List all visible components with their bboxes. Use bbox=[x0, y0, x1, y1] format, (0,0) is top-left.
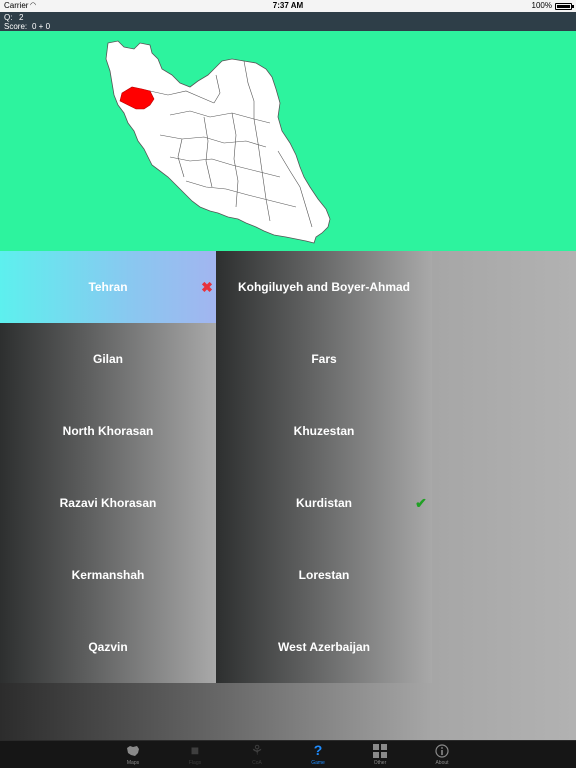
answer-label: Kermanshah bbox=[71, 568, 145, 582]
info-icon bbox=[422, 741, 462, 759]
question-icon: ? bbox=[313, 742, 323, 758]
answer-label: Kurdistan bbox=[295, 496, 352, 510]
iran-outline bbox=[105, 40, 331, 244]
tab-label: Game bbox=[311, 760, 325, 766]
tab-label: Maps bbox=[126, 760, 140, 766]
correct-check-icon: ✔ bbox=[415, 495, 427, 511]
answer-label: North Khorasan bbox=[62, 424, 154, 438]
score-header: Q: 2 Score: 0 + 0 bbox=[0, 12, 576, 31]
answer-label: Kohgiluyeh and Boyer-Ahmad bbox=[237, 280, 410, 294]
status-time: 7:37 AM bbox=[272, 1, 304, 10]
answer-button-kurdistan[interactable]: Kurdistan ✔ bbox=[216, 467, 432, 539]
emblem-icon: ⚘ bbox=[250, 742, 264, 758]
answer-button-lorestan[interactable]: Lorestan bbox=[216, 539, 432, 611]
answer-button-razavi-khorasan[interactable]: Razavi Khorasan bbox=[0, 467, 216, 539]
tab-other[interactable]: Other bbox=[360, 741, 400, 768]
tab-flags[interactable]: ■ Flags bbox=[175, 741, 215, 768]
tab-label: Flags bbox=[188, 760, 202, 766]
tab-coa[interactable]: ⚘ CoA bbox=[237, 741, 277, 768]
map-area bbox=[0, 31, 576, 251]
tab-label: Other bbox=[373, 760, 387, 766]
battery-percent: 100% bbox=[531, 1, 552, 10]
wrong-cross-icon: ✖ bbox=[201, 279, 213, 295]
answer-label: West Azerbaijan bbox=[277, 640, 371, 654]
score-value: 0 + 0 bbox=[32, 22, 51, 31]
answer-button-kohgiluyeh[interactable]: Kohgiluyeh and Boyer-Ahmad bbox=[216, 251, 432, 323]
answer-button-qazvin[interactable]: Qazvin bbox=[0, 611, 216, 683]
tab-about[interactable]: About bbox=[422, 741, 462, 768]
answer-label: Fars bbox=[311, 352, 337, 366]
battery-icon bbox=[555, 3, 574, 10]
flag-icon: ■ bbox=[190, 742, 200, 758]
tab-bar: Maps ■ Flags ⚘ CoA ? Game Other About bbox=[0, 740, 576, 768]
question-label: Q: bbox=[4, 13, 13, 22]
answer-button-kermanshah[interactable]: Kermanshah bbox=[0, 539, 216, 611]
tab-maps[interactable]: Maps bbox=[113, 741, 153, 768]
grid-icon bbox=[360, 741, 400, 759]
question-number: 2 bbox=[19, 13, 24, 22]
answer-button-west-azerbaijan[interactable]: West Azerbaijan bbox=[216, 611, 432, 683]
answer-label: Razavi Khorasan bbox=[59, 496, 157, 510]
answer-button-tehran[interactable]: Tehran ✖ bbox=[0, 251, 216, 323]
answer-button-gilan[interactable]: Gilan bbox=[0, 323, 216, 395]
score-label: Score: bbox=[4, 22, 28, 31]
answer-label: Khuzestan bbox=[293, 424, 355, 438]
tab-label: CoA bbox=[252, 760, 262, 766]
answer-button-fars[interactable]: Fars bbox=[216, 323, 432, 395]
answer-label: Tehran bbox=[88, 280, 128, 294]
answer-label: Lorestan bbox=[298, 568, 350, 582]
answer-button-khuzestan[interactable]: Khuzestan bbox=[216, 395, 432, 467]
answer-button-north-khorasan[interactable]: North Khorasan bbox=[0, 395, 216, 467]
tab-game[interactable]: ? Game bbox=[298, 741, 338, 768]
answer-label: Gilan bbox=[92, 352, 123, 366]
map-icon bbox=[113, 741, 153, 759]
answer-label: Qazvin bbox=[88, 640, 128, 654]
iran-map bbox=[105, 40, 331, 244]
tab-label: About bbox=[435, 760, 449, 766]
status-bar: Carrier ◠ 7:37 AM 100% bbox=[0, 0, 576, 12]
